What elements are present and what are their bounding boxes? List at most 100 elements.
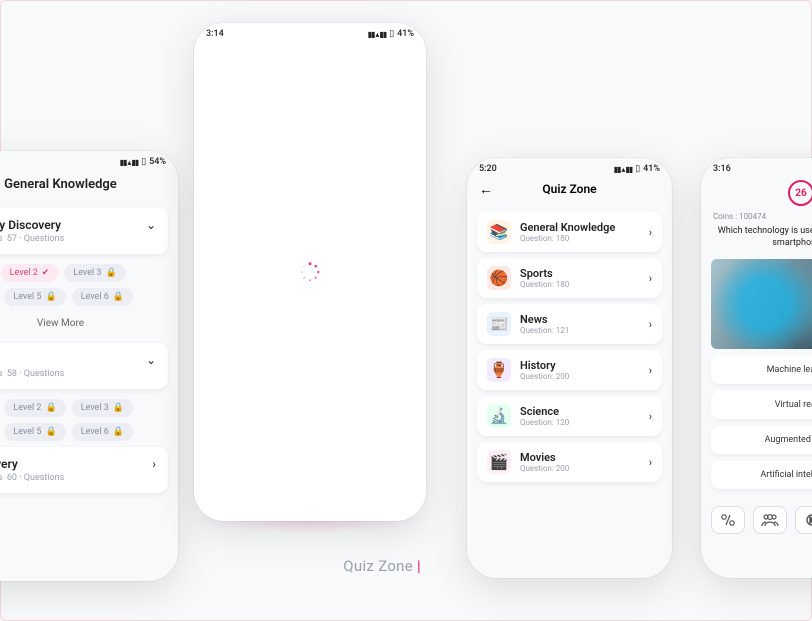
category-name: Science [520, 405, 640, 418]
loading-spinner-icon [299, 261, 321, 283]
answer-option[interactable]: Artificial intelligence [711, 461, 812, 489]
section-card-biology[interactable]: Biology Discovery 7 · Levels 57 · Questi… [0, 208, 168, 254]
level-chip[interactable]: Level 6🔒 [72, 288, 133, 306]
phone-quiz-zone: 5:20 ▮▮ ▴ ▮▮ ▯ 41% ← Quiz Zone 📚 General … [467, 158, 672, 578]
question-image [711, 259, 812, 349]
category-name: Sports [520, 267, 640, 280]
phone-general-knowledge: 3:14 ▮▮ ▴ ▮▮ ▯ 54% General Knowledge Bio… [0, 151, 178, 581]
section-title: Discovery [0, 457, 64, 471]
lifeline-fifty-fifty[interactable] [711, 506, 745, 534]
lock-icon: 🔒 [113, 427, 124, 437]
lock-icon: 🔒 [45, 292, 56, 302]
category-icon: 🏺 [487, 358, 511, 382]
category-row[interactable]: 🏀 SportsQuestion: 180 › [477, 258, 662, 298]
battery-pct: 54% [149, 157, 166, 167]
answer-option[interactable]: Virtual reality [711, 391, 812, 419]
level-chip[interactable]: Level 2🔒 [4, 399, 65, 417]
battery-icon: ▯ [635, 164, 640, 174]
lock-icon: 🔒 [105, 268, 116, 278]
category-subtitle: Question: 180 [520, 280, 640, 289]
battery-pct: 41% [643, 164, 660, 174]
answer-option[interactable]: Augmented reality [711, 426, 812, 454]
lifeline-row [701, 496, 812, 534]
coins-label: Coins : 100474 [701, 212, 812, 221]
view-more-button[interactable]: View More [0, 310, 178, 337]
category-icon: 📰 [487, 312, 511, 336]
section-card-discovery[interactable]: Discovery 6 · Levels 60 · Questions › [0, 447, 168, 493]
question-text: Which technology is used for facial ___ … [701, 221, 812, 255]
category-row[interactable]: 🏺HistoryQuestion: 200› [477, 350, 662, 390]
chevron-down-icon[interactable]: ⌄ [146, 353, 156, 367]
section-title: Art [0, 353, 64, 367]
category-icon: 🎬 [487, 450, 511, 474]
phone-loading: 3:14 ▮▮ ▴ ▮▮ ▯ 41% [194, 23, 426, 521]
chevron-right-icon: › [649, 410, 652, 423]
chevron-right-icon: › [649, 456, 652, 469]
category-icon: 📚 [487, 220, 511, 244]
lock-icon: 🔒 [45, 403, 56, 413]
battery-icon: ▯ [141, 157, 146, 167]
level-chip[interactable]: Level 6🔒 [72, 423, 133, 441]
section-title: Biology Discovery [0, 218, 64, 232]
level-chip[interactable]: Level 3🔒 [72, 399, 133, 417]
section-subtitle: 6 · Levels 58 · Questions [0, 369, 64, 379]
category-name: News [520, 313, 640, 326]
answer-option[interactable]: Machine learning [711, 356, 812, 384]
status-time: 3:14 [206, 29, 224, 39]
status-right: ▮▮ ▴ ▮▮ ▯ 41% [368, 29, 414, 39]
level-chip[interactable]: Level 5🔒 [4, 288, 65, 306]
level-chip[interactable]: Level 2✔ [1, 264, 59, 282]
lock-icon: 🔒 [113, 403, 124, 413]
status-right: ▮▮ ▴ ▮▮ ▯ 54% [120, 157, 166, 167]
level-chip[interactable]: Level 5🔒 [4, 423, 65, 441]
category-subtitle: Question: 180 [520, 234, 640, 243]
category-icon: 🔬 [487, 404, 511, 428]
page-title: Quiz Zone [542, 182, 596, 196]
lifeline-skip[interactable] [795, 506, 812, 534]
page-title: General Knowledge [0, 169, 178, 202]
category-name: General Knowledge [520, 221, 640, 234]
category-icon: 🏀 [487, 266, 511, 290]
category-row[interactable]: 📚 General KnowledgeQuestion: 180 › [477, 212, 662, 252]
battery-icon: ▯ [389, 29, 394, 39]
cursor-icon: | [417, 557, 421, 575]
category-row[interactable]: 🎬MoviesQuestion: 200› [477, 442, 662, 482]
status-bar: 3:16 ▮▮ ▴ [701, 158, 812, 176]
category-row[interactable]: 📰 NewsQuestion: 121 › [477, 304, 662, 344]
battery-pct: 41% [397, 29, 414, 39]
chevron-right-icon: › [649, 318, 652, 331]
category-row[interactable]: 🔬 ScienceQuestion: 120 › [477, 396, 662, 436]
status-time: 5:20 [479, 164, 497, 174]
showcase-caption: Quiz Zone| [1, 557, 421, 575]
level-chip[interactable]: Level 3🔒 [64, 264, 125, 282]
lifeline-audience[interactable] [753, 506, 787, 534]
status-bar: 3:14 ▮▮ ▴ ▮▮ ▯ 54% [0, 151, 178, 169]
signal-icon: ▮▮ ▴ ▮▮ [614, 165, 633, 174]
chevron-down-icon[interactable]: ⌄ [146, 218, 156, 232]
status-time: 3:16 [713, 164, 731, 174]
category-subtitle: Question: 200 [520, 372, 640, 381]
status-bar: 3:14 ▮▮ ▴ ▮▮ ▯ 41% [194, 23, 426, 41]
level-chip-row: I. 1✔Level 2✔Level 3🔒I. 4🔒Level 5🔒Level … [0, 264, 168, 306]
chevron-right-icon: › [649, 226, 652, 239]
signal-icon: ▮▮ ▴ ▮▮ [120, 158, 139, 167]
category-subtitle: Question: 121 [520, 326, 640, 335]
section-subtitle: 7 · Levels 57 · Questions [0, 234, 64, 244]
phone-question: 3:16 ▮▮ ▴ 26 Coins : 100474 Which techno… [701, 158, 812, 578]
signal-icon: ▮▮ ▴ ▮▮ [368, 30, 387, 39]
back-button[interactable]: ← [479, 181, 493, 198]
countdown-timer: 26 [788, 180, 812, 206]
status-bar: 5:20 ▮▮ ▴ ▮▮ ▯ 41% [467, 158, 672, 176]
section-subtitle: 6 · Levels 60 · Questions [0, 473, 64, 483]
status-right: ▮▮ ▴ ▮▮ ▯ 41% [614, 164, 660, 174]
lock-icon: 🔒 [45, 427, 56, 437]
category-subtitle: Question: 120 [520, 418, 640, 427]
chevron-right-icon: › [649, 272, 652, 285]
chevron-right-icon[interactable]: › [152, 457, 156, 471]
coins-value: 100474 [739, 212, 766, 221]
level-chip-row: I. 1🔒Level 2🔒Level 3🔒I. 4🔒Level 5🔒Level … [0, 399, 168, 441]
lock-icon: 🔒 [113, 292, 124, 302]
section-card-art[interactable]: Art 6 · Levels 58 · Questions ⌄ [0, 343, 168, 389]
category-subtitle: Question: 200 [520, 464, 640, 473]
check-icon: ✔ [42, 268, 50, 278]
